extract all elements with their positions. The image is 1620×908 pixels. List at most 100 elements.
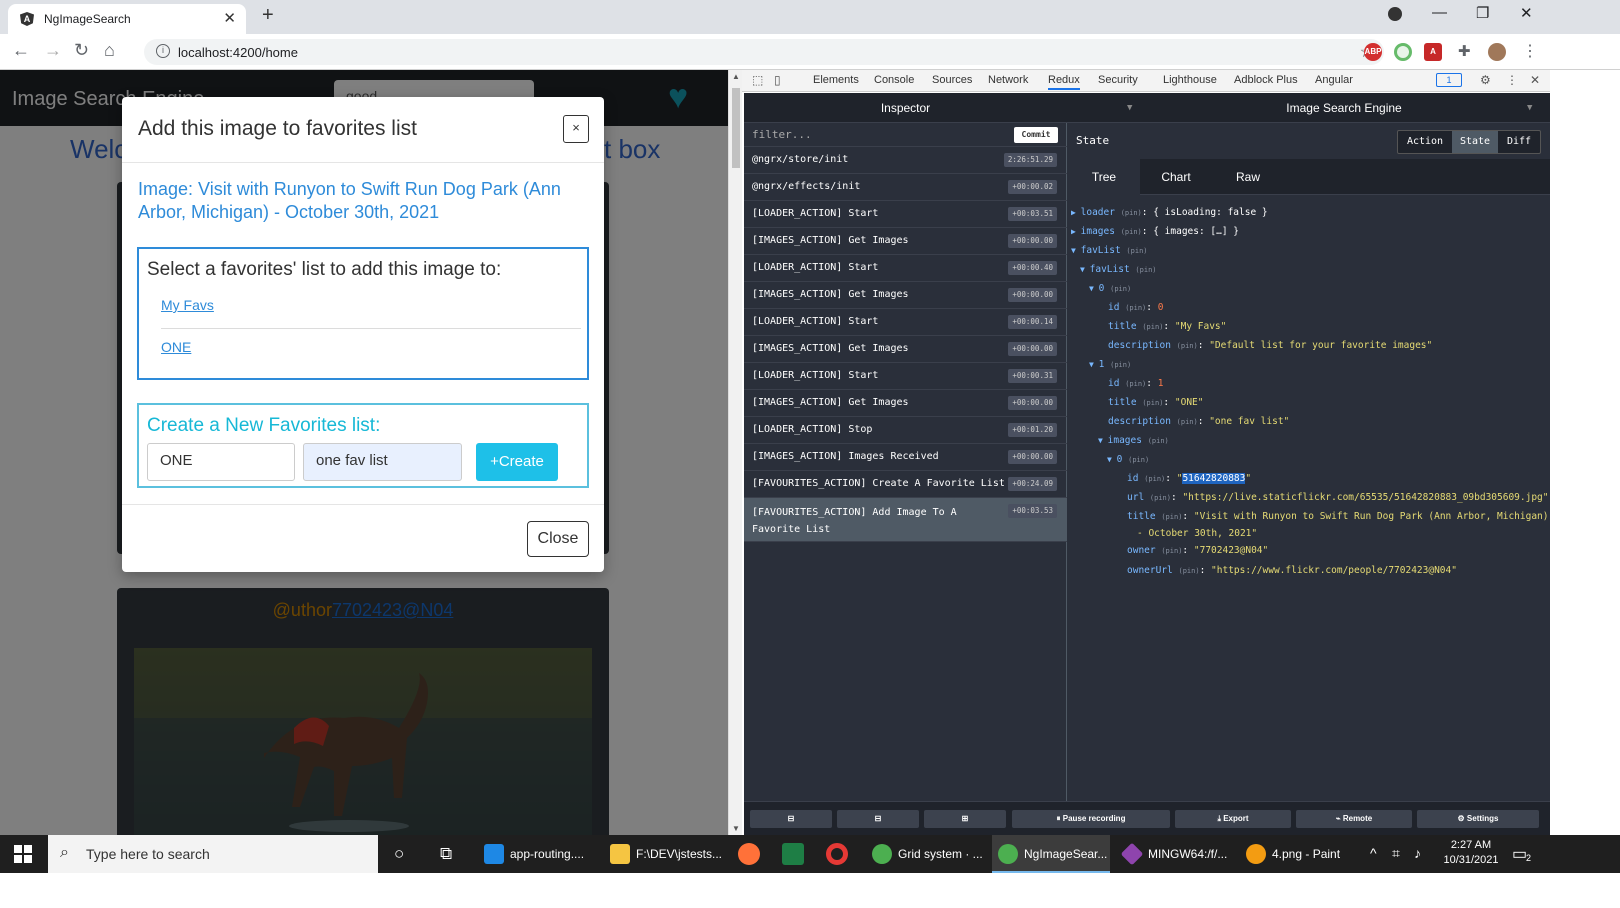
tree-node-favlist[interactable]: ▼ favList (pin) [1071,245,1148,256]
action-item[interactable]: @ngrx/effects/init +00:00.02 [744,174,1067,201]
mode-action-button[interactable]: Action [1398,131,1452,153]
collapse-arrow-icon[interactable]: ▼ [1089,360,1099,369]
angular-devtools-icon[interactable]: A [1424,43,1442,61]
devtools-close-icon[interactable]: ✕ [1530,73,1540,87]
tree-node-loader[interactable]: ▶ loader (pin): { isLoading: false } [1071,207,1268,218]
devtools-settings-icon[interactable]: ⚙ [1480,73,1491,87]
volume-icon[interactable]: ♪ [1414,845,1421,861]
action-item[interactable]: [IMAGES_ACTION] Get Images +00:00.00 [744,336,1067,363]
devtools-tab-network[interactable]: Network [988,74,1028,86]
modal-close-button[interactable]: Close [527,521,589,557]
action-item[interactable]: [LOADER_ACTION] Stop +00:01.20 [744,417,1067,444]
firefox-icon[interactable] [738,843,760,865]
tree-node-index[interactable]: ▼ 0 (pin) [1089,283,1131,294]
close-window-icon[interactable]: ✕ [1520,4,1533,22]
favorites-list-link[interactable]: My Favs [161,297,214,313]
inspect-element-icon[interactable]: ⬚ [752,73,763,87]
browser-tab[interactable]: A NgImageSearch ✕ [8,4,246,34]
commit-button[interactable]: Commit [1014,127,1058,143]
favorites-list-link[interactable]: ONE [161,339,191,355]
taskbar-app-paint[interactable]: 4.png - Paint [1240,835,1356,873]
modal-close-x-button[interactable]: × [563,115,589,143]
mode-state-button[interactable]: State [1452,131,1498,153]
action-item[interactable]: [IMAGES_ACTION] Get Images +00:00.00 [744,390,1067,417]
device-toolbar-icon[interactable]: ▯ [774,73,781,87]
tab-raw[interactable]: Raw [1212,159,1284,195]
remote-button[interactable]: ⌁ Remote [1296,810,1412,828]
mode-diff-button[interactable]: Diff [1498,131,1540,153]
action-item[interactable]: @ngrx/store/init 2:26:51.29 [744,147,1067,174]
browser-menu-icon[interactable]: ⋮ [1522,41,1538,61]
tree-node-images[interactable]: ▶ images (pin): { images: […] } [1071,226,1239,237]
page-scrollbar[interactable]: ▲ ▼ [728,70,742,835]
list-name-input[interactable]: ONE [147,443,295,481]
toggle-monitor-icon[interactable]: ⊟ [837,810,919,828]
profile-avatar[interactable] [1488,43,1506,61]
address-bar[interactable]: i localhost:4200/home ☆ [144,39,1384,65]
monitor-selector[interactable]: Inspector [744,93,1067,123]
action-item[interactable]: [LOADER_ACTION] Start +00:00.40 [744,255,1067,282]
devtools-tab-sources[interactable]: Sources [932,74,972,86]
task-view-icon[interactable]: ⧉ [440,844,452,864]
devtools-tab-elements[interactable]: Elements [813,74,859,86]
devtools-tab-lighthouse[interactable]: Lighthouse [1163,74,1217,86]
settings-button[interactable]: ⚙ Settings [1417,810,1539,828]
devtools-tab-adblock-plus[interactable]: Adblock Plus [1234,74,1298,86]
extensions-puzzle-icon[interactable]: ✚ [1458,42,1471,60]
tab-chart[interactable]: Chart [1140,159,1212,195]
scrollbar-thumb[interactable] [732,88,740,168]
instance-selector[interactable]: Image Search Engine [1164,93,1524,123]
devtools-tab-angular[interactable]: Angular [1315,74,1353,86]
collapse-arrow-icon[interactable]: ▼ [1071,246,1081,255]
action-item[interactable]: [LOADER_ACTION] Start +00:00.31 [744,363,1067,390]
tree-node-index[interactable]: ▼ 0 (pin) [1107,454,1149,465]
action-item[interactable]: [LOADER_ACTION] Start +00:00.14 [744,309,1067,336]
action-item[interactable]: [IMAGES_ACTION] Images Received +00:00.00 [744,444,1067,471]
devtools-menu-icon[interactable]: ⋮ [1506,73,1518,87]
tree-node-favlist-inner[interactable]: ▼ favList (pin) [1080,264,1157,275]
network-icon[interactable]: ⌗ [1392,845,1400,862]
windows-start-icon[interactable] [14,845,32,863]
devtools-tab-console[interactable]: Console [874,74,914,86]
action-filter[interactable]: filter... Commit [744,123,1067,147]
site-info-icon[interactable]: i [156,44,170,58]
cortana-icon[interactable]: ○ [394,844,404,864]
taskbar-search-box[interactable]: ⌕ Type here to search [48,835,378,873]
taskbar-app-git-bash[interactable]: MINGW64:/f/... [1116,835,1234,873]
chevron-down-icon[interactable]: ▼ [1527,103,1532,113]
tab-search-icon[interactable] [1388,7,1402,21]
create-list-button[interactable]: +Create [476,443,558,481]
devtools-tab-security[interactable]: Security [1098,74,1138,86]
action-item[interactable]: [FAVOURITES_ACTION] Create A Favorite Li… [744,471,1067,498]
chevron-down-icon[interactable]: ▼ [1127,103,1132,113]
restore-icon[interactable]: ❐ [1476,4,1489,22]
toggle-left-monitor-icon[interactable]: ⊟ [750,810,832,828]
collapse-arrow-icon[interactable]: ▼ [1089,284,1099,293]
minimize-icon[interactable]: — [1432,4,1447,21]
opera-icon[interactable] [826,843,848,865]
export-button[interactable]: ⤓ Export [1175,810,1291,828]
home-icon[interactable]: ⌂ [104,40,115,61]
back-icon[interactable]: ← [12,40,30,61]
extension-circle-icon[interactable] [1394,43,1412,61]
pause-recording-button[interactable]: ⏸ Pause recording [1012,810,1170,828]
show-hidden-icons-chevron-icon[interactable]: ^ [1370,845,1377,861]
forward-icon[interactable]: → [44,40,62,61]
tree-node-index[interactable]: ▼ 1 (pin) [1089,359,1131,370]
action-item[interactable]: [IMAGES_ACTION] Get Images +00:00.00 [744,228,1067,255]
reload-icon[interactable]: ↻ [74,40,89,61]
devtools-tab-redux[interactable]: Redux [1048,74,1080,90]
excel-icon[interactable] [782,843,804,865]
taskbar-app-explorer[interactable]: F:\DEV\jstests... [604,835,722,873]
collapse-arrow-icon[interactable]: ▼ [1098,436,1108,445]
collapse-arrow-icon[interactable]: ▼ [1107,455,1117,464]
taskbar-app-vscode[interactable]: app-routing.... [478,835,598,873]
scroll-down-icon[interactable]: ▼ [732,824,740,833]
system-clock[interactable]: 2:27 AM 10/31/2021 [1436,838,1506,868]
expand-arrow-icon[interactable]: ▶ [1071,208,1081,217]
scroll-up-icon[interactable]: ▲ [732,72,740,81]
adblock-plus-icon[interactable]: ABP [1364,43,1382,61]
action-item[interactable]: [LOADER_ACTION] Start +00:03.51 [744,201,1067,228]
action-item[interactable]: [IMAGES_ACTION] Get Images +00:00.00 [744,282,1067,309]
issues-badge[interactable]: 1 [1436,73,1462,87]
